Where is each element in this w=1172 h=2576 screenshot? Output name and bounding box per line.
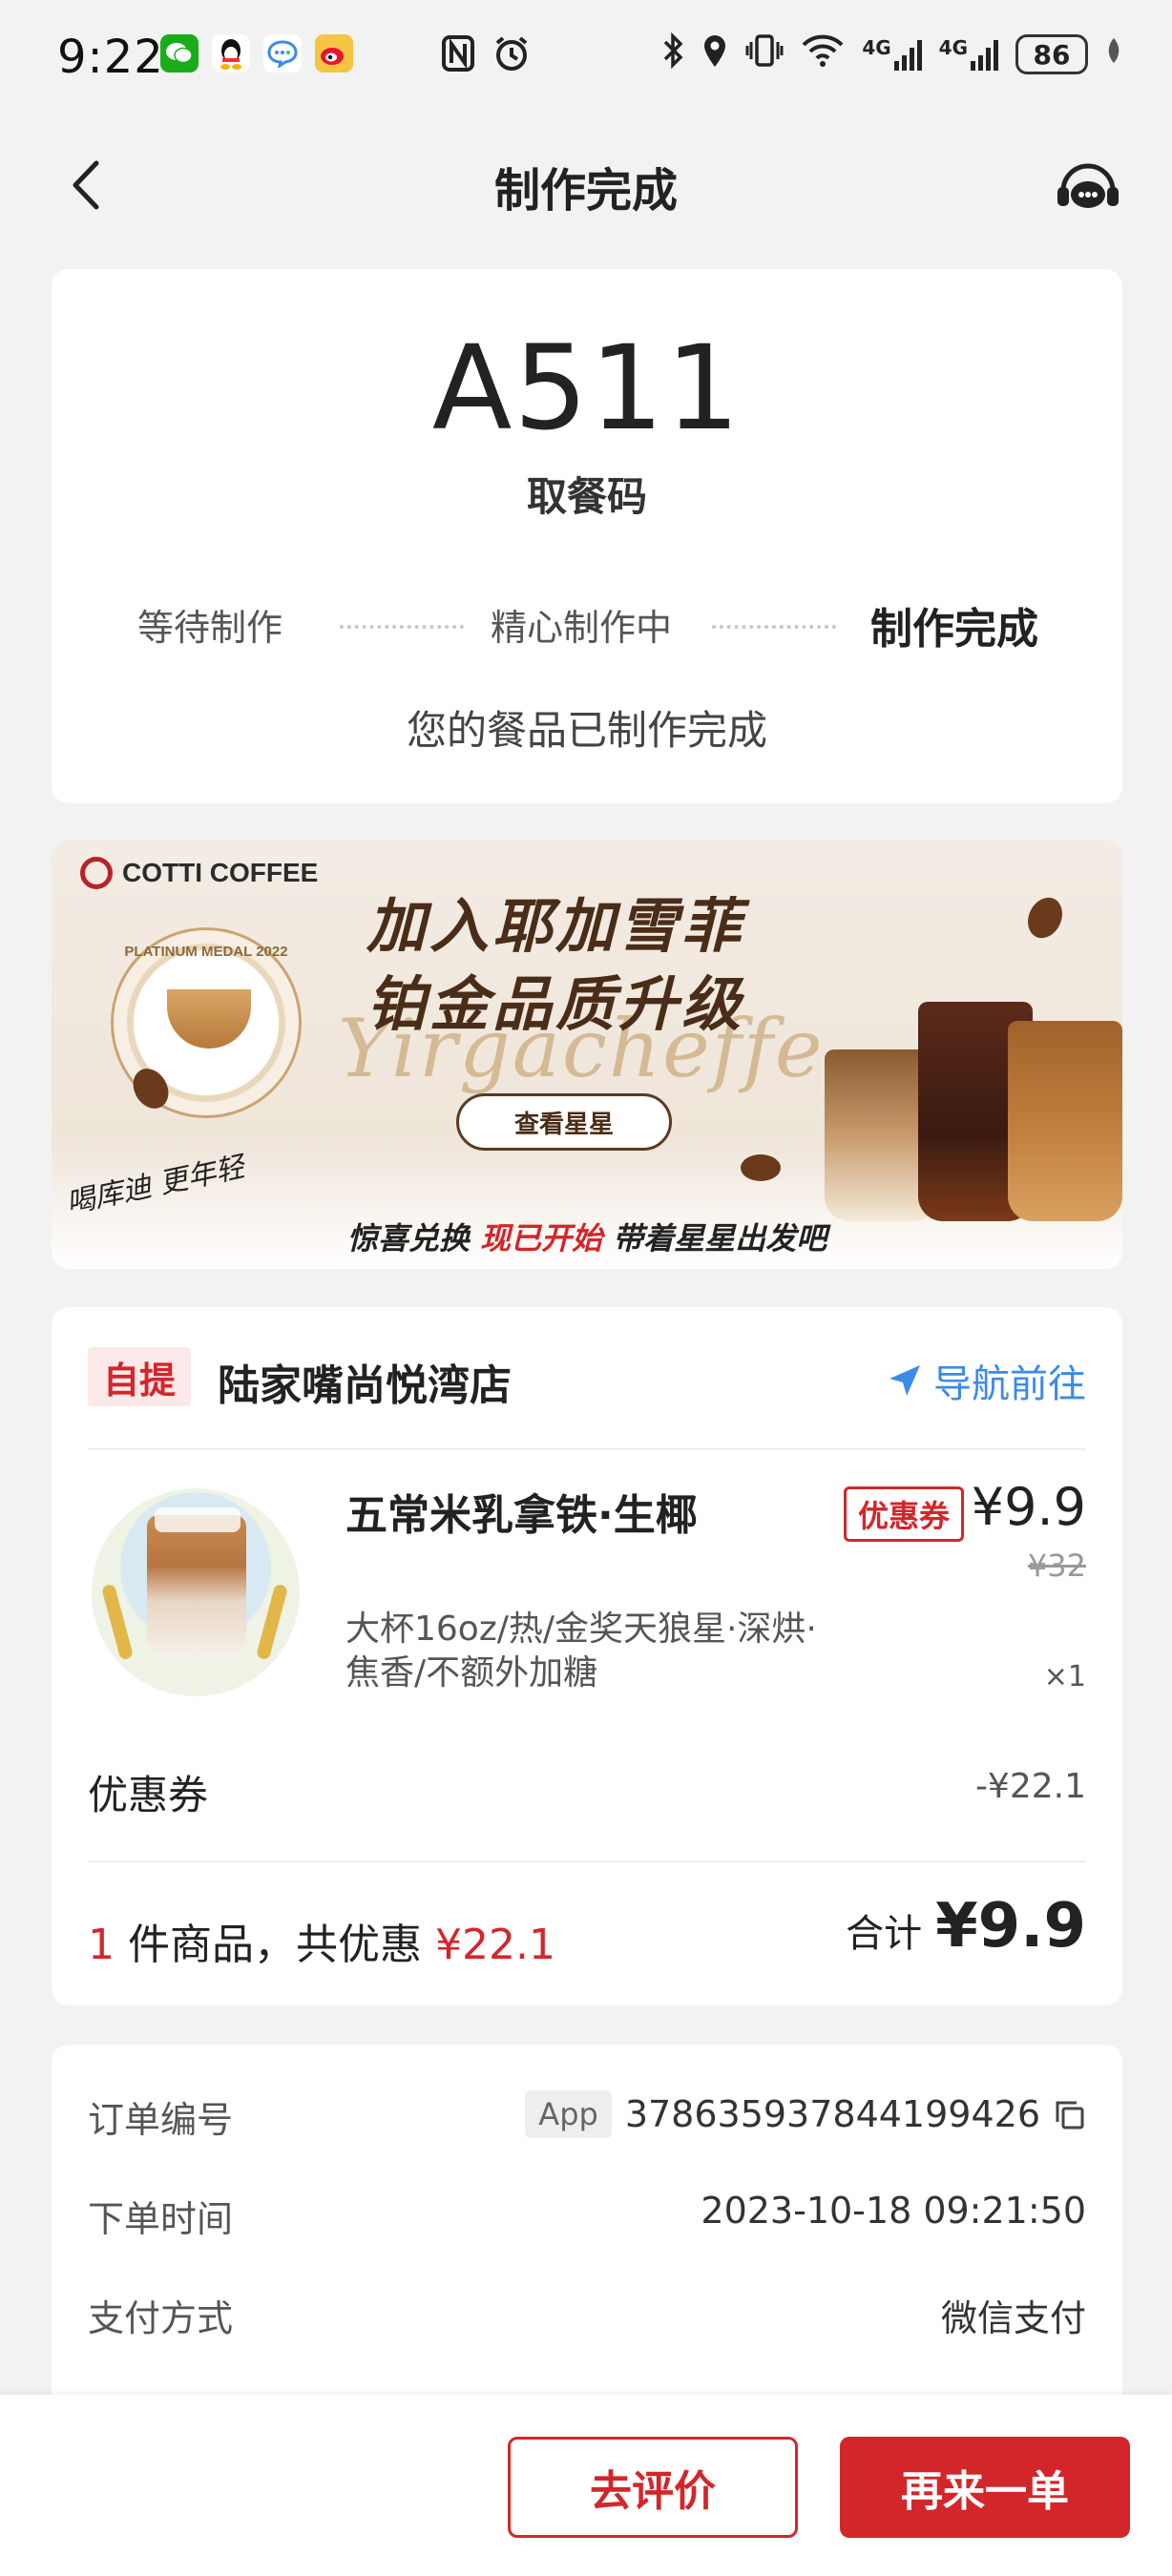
divider — [88, 1448, 1086, 1450]
store-row: 自提 陆家嘴尚悦湾店 导航前往 — [88, 1347, 1086, 1410]
divider — [88, 1860, 1086, 1862]
pickup-type-tag: 自提 — [88, 1347, 191, 1406]
status-system-icons — [441, 34, 531, 81]
navigate-button[interactable]: 导航前往 — [886, 1353, 1086, 1408]
order-time: 2023-10-18 09:21:50 — [701, 2190, 1086, 2232]
charging-leaf-icon — [1105, 36, 1122, 73]
wifi-icon — [801, 33, 845, 75]
medal-text: PLATINUM MEDAL 2022 — [124, 944, 288, 960]
coffee-bean-icon — [126, 1062, 176, 1115]
location-icon — [701, 32, 728, 76]
cellular-signal-icon: 4G — [939, 38, 998, 71]
order-total: 合计 ¥9.9 — [846, 1891, 1086, 1962]
coffee-cups-image — [806, 983, 1122, 1221]
review-button[interactable]: 去评价 — [508, 2437, 798, 2538]
promo-banner[interactable]: COTTI COFFEE PLATINUM MEDAL 2022 Yirgach… — [52, 840, 1122, 1269]
payment-method: 微信支付 — [940, 2297, 1086, 2339]
step-done: 制作完成 — [870, 605, 1038, 654]
medal-badge: PLATINUM MEDAL 2022 — [111, 927, 302, 1118]
order-summary: 1 件商品，共优惠 ¥22.1 — [88, 1910, 555, 1971]
customer-service-button[interactable] — [1054, 158, 1122, 216]
order-number-value: App 378635937844199426 — [525, 2090, 1086, 2138]
pickup-code: A511 — [431, 321, 743, 456]
bottom-action-bar: 去评价 再来一单 — [0, 2395, 1172, 2576]
order-time-row: 下单时间 2023-10-18 09:21:50 — [88, 2190, 1086, 2247]
navigate-label: 导航前往 — [933, 1362, 1086, 1406]
status-bar: 9:22 4G 4G 86 — [0, 0, 1172, 114]
coffee-bean-icon — [741, 1154, 781, 1181]
wheat-decoration — [100, 1583, 135, 1661]
order-number: 378635937844199426 — [624, 2093, 1040, 2135]
page-header: 制作完成 — [0, 134, 1172, 239]
banner-slogan: 喝库迪 更年轻 — [63, 1150, 248, 1221]
order-time-label: 下单时间 — [88, 2198, 234, 2240]
network-type-1: 4G — [862, 36, 891, 59]
order-number-row: 订单编号 App 378635937844199426 — [88, 2090, 1086, 2148]
latte-cup — [147, 1515, 246, 1658]
banner-footer: 惊喜兑换 现已开始 带着星星出发吧 — [52, 1215, 1122, 1258]
banner-headline-1: 加入耶加雪菲 — [366, 891, 745, 961]
pickup-status-message: 您的餐品已制作完成 — [406, 707, 767, 754]
footer-prefix: 惊喜兑换 — [346, 1220, 470, 1257]
pickup-card: A511 取餐码 等待制作 精心制作中 制作完成 您的餐品已制作完成 — [52, 269, 1122, 803]
brand-name: COTTI COFFEE — [122, 858, 319, 887]
item-count: 1 — [88, 1921, 115, 1969]
nfc-icon — [441, 34, 475, 81]
headset-icon — [1057, 163, 1119, 208]
total-value: ¥9.9 — [935, 1891, 1086, 1962]
alarm-icon — [492, 34, 531, 81]
weibo-icon — [315, 34, 353, 73]
progress-steps: 等待制作 精心制作中 制作完成 — [52, 598, 1122, 655]
product-price: ¥9.9 — [971, 1477, 1086, 1537]
step-divider — [340, 625, 464, 629]
status-right-icons: 4G 4G 86 — [661, 31, 1122, 76]
product-name: 五常米乳拿铁·生椰 — [345, 1491, 698, 1540]
page-title: 制作完成 — [493, 164, 678, 218]
order-number-label: 订单编号 — [88, 2099, 234, 2141]
step-divider — [712, 625, 836, 629]
cellular-signal-icon: 4G — [862, 36, 922, 71]
step-making: 精心制作中 — [491, 607, 673, 649]
view-stars-button[interactable]: 查看星星 — [456, 1093, 672, 1151]
product-image — [92, 1488, 300, 1696]
vibrate-icon — [745, 32, 784, 76]
banner-headline-2: 铂金品质升级 — [366, 969, 745, 1039]
coupon-badge: 优惠券 — [844, 1486, 965, 1542]
reorder-button[interactable]: 再来一单 — [840, 2437, 1130, 2538]
qq-icon — [212, 34, 250, 73]
cotti-logo-icon — [80, 857, 113, 889]
ice-cubes — [155, 1507, 241, 1532]
network-type-2: 4G — [938, 36, 968, 59]
wheat-decoration — [255, 1583, 289, 1661]
pickup-code-label: 取餐码 — [526, 473, 647, 520]
battery-icon: 86 — [1015, 34, 1088, 74]
cup-image — [1008, 1021, 1122, 1221]
product-spec: 大杯16oz/热/金奖天狼星·深烘·焦香/不额外加糖 — [345, 1610, 817, 1693]
summary-discount: ¥22.1 — [435, 1921, 555, 1969]
payment-label: 支付方式 — [88, 2297, 234, 2339]
brand-logo: COTTI COFFEE — [80, 857, 318, 889]
bluetooth-icon — [661, 31, 684, 76]
status-time: 9:22 — [57, 31, 164, 84]
coffee-bean-icon — [1021, 891, 1069, 945]
messages-icon — [263, 34, 302, 73]
footer-highlight: 现已开始 — [479, 1220, 602, 1257]
copy-icon[interactable] — [1054, 2098, 1086, 2130]
product-quantity: ×1 — [1043, 1660, 1086, 1693]
store-name: 陆家嘴尚悦湾店 — [218, 1361, 512, 1410]
step-waiting: 等待制作 — [137, 607, 283, 649]
coupon-row-label: 优惠券 — [88, 1772, 209, 1818]
total-label: 合计 — [846, 1912, 923, 1956]
footer-suffix: 带着星星出发吧 — [613, 1220, 827, 1257]
summary-text: 件商品，共优惠 — [128, 1921, 422, 1969]
product-original-price: ¥32 — [1027, 1548, 1086, 1584]
status-app-icons — [160, 34, 353, 73]
wechat-icon — [160, 34, 199, 73]
navigation-arrow-icon — [889, 1365, 920, 1396]
order-source-tag: App — [525, 2090, 612, 2138]
medal-cup-icon — [167, 989, 251, 1049]
order-card: 自提 陆家嘴尚悦湾店 导航前往 五常米乳拿铁·生椰 优惠券 ¥9.9 ¥32 大… — [52, 1307, 1122, 2005]
payment-row: 支付方式 微信支付 — [88, 2289, 1086, 2346]
coupon-row-value: -¥22.1 — [974, 1767, 1086, 1806]
